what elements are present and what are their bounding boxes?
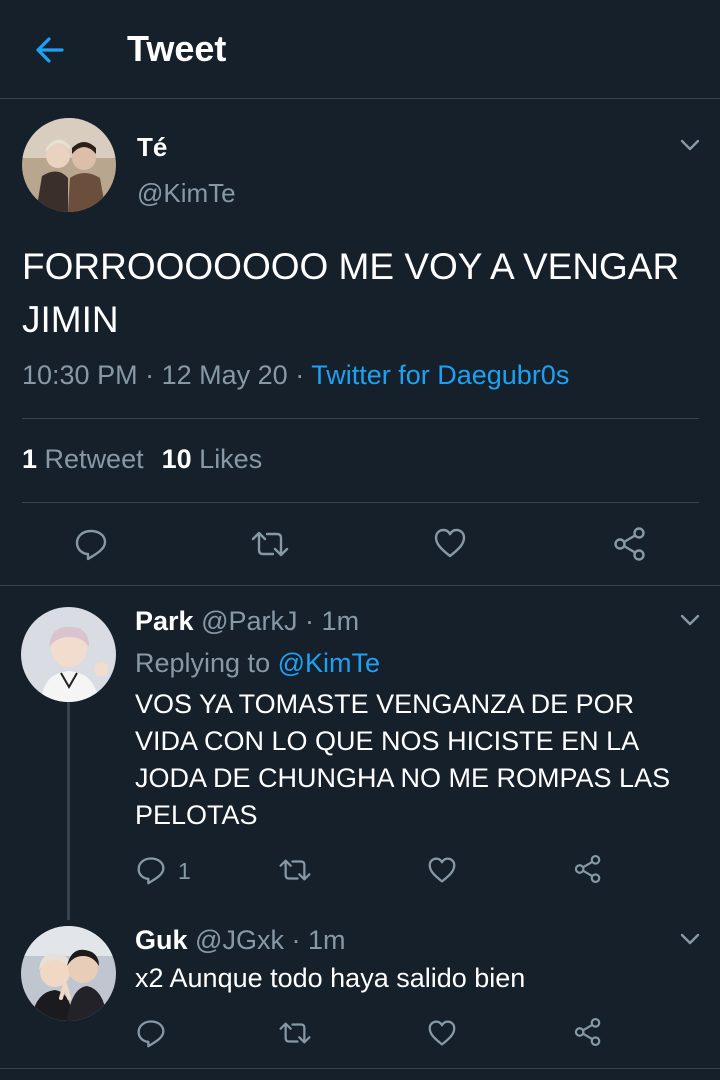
thread-line bbox=[67, 702, 70, 920]
reply-count: 1 bbox=[178, 858, 191, 884]
like-icon[interactable] bbox=[433, 527, 467, 559]
divider bbox=[0, 585, 720, 586]
tweet-date: 12 May 20 bbox=[161, 360, 288, 390]
author-handle[interactable]: @KimTe bbox=[137, 178, 236, 209]
tweet-text: FORROOOOOOO ME VOY A VENGAR JIMIN bbox=[22, 246, 680, 340]
meta-dot: · bbox=[295, 360, 305, 390]
author-avatar[interactable] bbox=[22, 118, 116, 212]
divider bbox=[0, 1068, 720, 1069]
like-count: 10 bbox=[161, 444, 192, 474]
chevron-down-icon[interactable] bbox=[678, 608, 702, 632]
divider bbox=[22, 418, 699, 419]
like-icon[interactable] bbox=[427, 1019, 457, 1047]
reply-avatar[interactable] bbox=[21, 926, 116, 1021]
replying-to-link[interactable]: @KimTe bbox=[278, 648, 380, 678]
like-icon[interactable] bbox=[427, 856, 457, 884]
retweets-stat[interactable]: 1 Retweet bbox=[22, 444, 144, 474]
retweet-label: Retweet bbox=[44, 444, 144, 474]
top-bar: Tweet bbox=[0, 0, 720, 99]
reply-time: 1m bbox=[321, 606, 360, 636]
replying-label: Replying to bbox=[135, 648, 271, 678]
author-name[interactable]: Té bbox=[137, 132, 167, 163]
tweet-time: 10:30 PM bbox=[22, 360, 138, 390]
reply-text: VOS YA TOMASTE VENGANZA DE POR VIDA CON … bbox=[135, 689, 671, 830]
chevron-down-icon[interactable] bbox=[678, 133, 702, 157]
replying-to: Replying to @KimTe bbox=[135, 648, 380, 679]
reply-author-handle[interactable]: @ParkJ bbox=[201, 606, 297, 636]
reply-author-name[interactable]: Park bbox=[135, 606, 194, 636]
retweet-icon[interactable] bbox=[250, 527, 290, 561]
reply-icon[interactable] bbox=[136, 1018, 166, 1048]
retweet-icon[interactable] bbox=[278, 855, 312, 885]
tweet-stats: 1 Retweet 10 Likes bbox=[22, 444, 262, 475]
share-icon[interactable] bbox=[612, 526, 648, 562]
reply-avatar[interactable] bbox=[21, 607, 116, 702]
retweet-count: 1 bbox=[22, 444, 38, 474]
back-arrow-icon[interactable] bbox=[30, 30, 70, 70]
tweet-meta: 10:30 PM · 12 May 20 · Twitter for Daegu… bbox=[22, 360, 569, 391]
meta-dot: · bbox=[291, 925, 301, 955]
reply-icon[interactable] bbox=[74, 527, 108, 561]
meta-dot: · bbox=[305, 606, 315, 636]
share-icon[interactable] bbox=[573, 1017, 603, 1047]
share-icon[interactable] bbox=[573, 854, 603, 884]
likes-stat[interactable]: 10 Likes bbox=[162, 444, 263, 474]
like-label: Likes bbox=[199, 444, 263, 474]
meta-dot: · bbox=[145, 360, 155, 390]
reply-header: Park @ParkJ · 1m bbox=[135, 606, 359, 637]
reply-icon[interactable] bbox=[136, 855, 166, 885]
chevron-down-icon[interactable] bbox=[678, 927, 702, 951]
reply-text: x2 Aunque todo haya salido bien bbox=[135, 963, 526, 993]
tweet-source-link[interactable]: Twitter for Daegubr0s bbox=[311, 360, 569, 390]
retweet-icon[interactable] bbox=[278, 1018, 312, 1048]
divider bbox=[22, 502, 699, 503]
page-title: Tweet bbox=[127, 28, 227, 69]
reply-time: 1m bbox=[307, 925, 346, 955]
reply-author-name[interactable]: Guk bbox=[135, 925, 188, 955]
reply-author-handle[interactable]: @JGxk bbox=[195, 925, 284, 955]
reply-header: Guk @JGxk · 1m bbox=[135, 925, 346, 956]
